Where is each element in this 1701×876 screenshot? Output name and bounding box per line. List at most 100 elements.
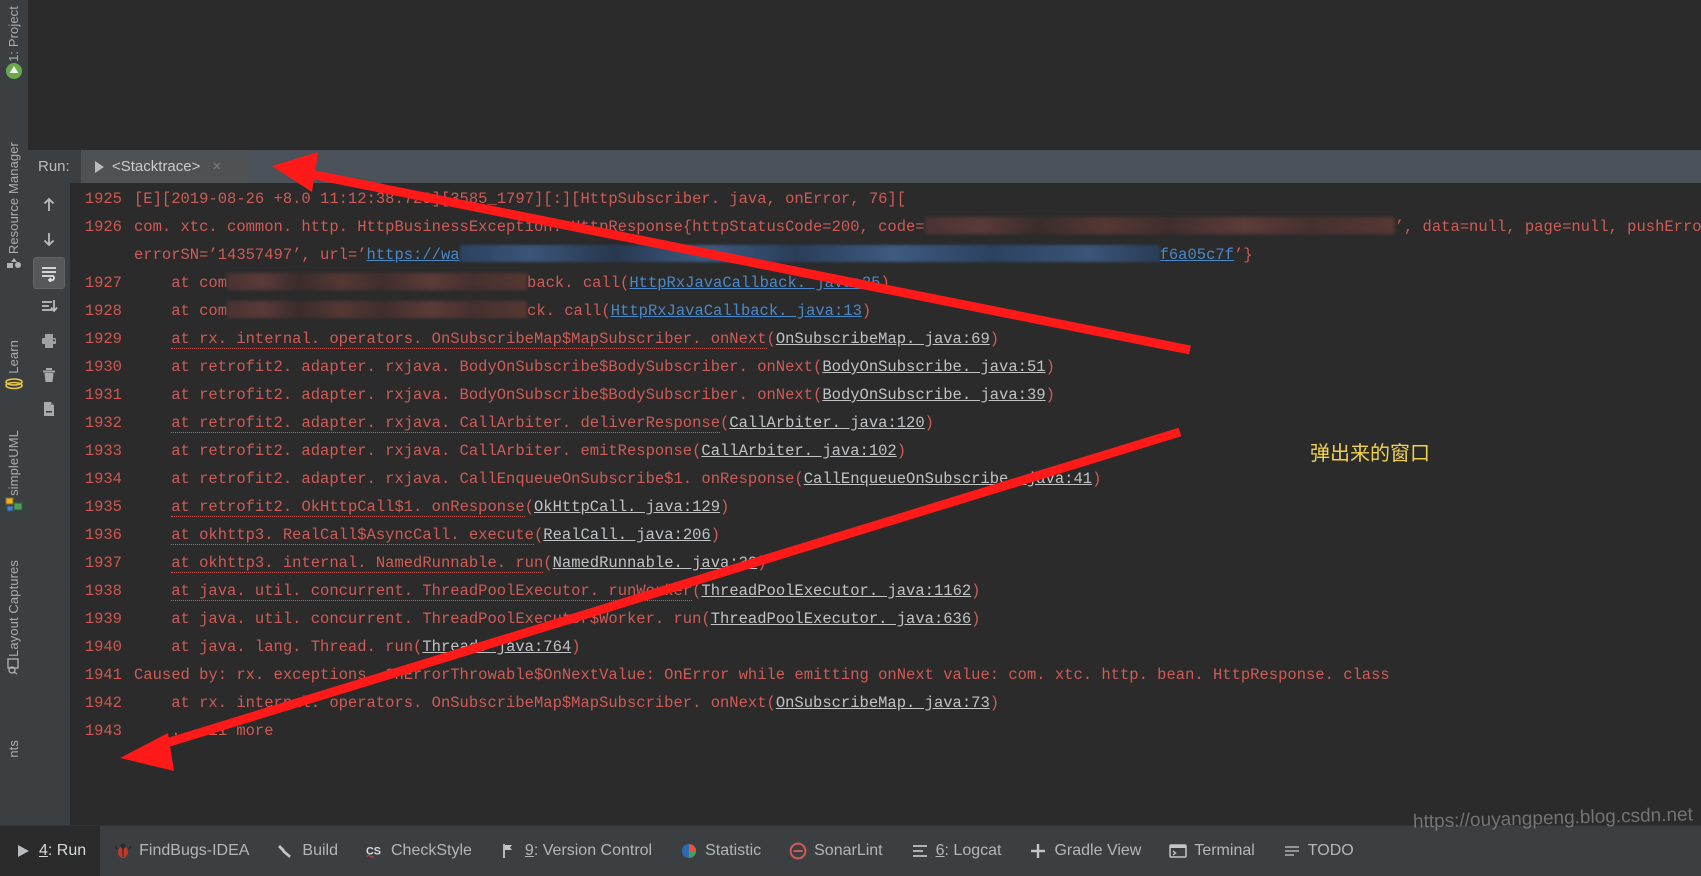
console-text: ) (989, 694, 1000, 712)
bottom-bar-item-build[interactable]: Build (263, 826, 352, 876)
console-link[interactable]: RealCall. java:206 (543, 526, 710, 544)
line-number: 1942 (84, 694, 122, 712)
simple-uml-icon (5, 496, 23, 514)
console-link[interactable]: BodyOnSubscribe. java:51 (822, 358, 1045, 376)
console-text: at com (134, 302, 228, 320)
sonarlint-icon (789, 842, 807, 860)
bottom-bar-item-todo[interactable]: TODO (1269, 826, 1368, 876)
console-link[interactable]: ThreadPoolExecutor. java:1162 (701, 582, 971, 600)
console-text: Caused by: rx. exceptions. OnErrorThrowa… (134, 666, 1390, 684)
console-link-hover[interactable]: at rx. internal. operators. OnSubscribeM… (171, 330, 767, 349)
console-line: 1935 at retrofit2. OkHttpCall$1. onRespo… (70, 493, 1701, 521)
line-number: 1929 (84, 330, 122, 348)
line-number: 1939 (84, 610, 122, 628)
print-icon[interactable] (33, 325, 65, 357)
sidebar-item-simpleuml-label: simpleUML (6, 430, 21, 496)
learn-icon (5, 374, 23, 392)
console-link[interactable]: OnSubscribeMap. java:69 (776, 330, 990, 348)
console-text: ) (1092, 470, 1102, 488)
gradle-view-icon (1029, 842, 1047, 860)
bottom-bar-item-sonarlint[interactable]: SonarLint (775, 826, 897, 876)
terminal-icon (1169, 842, 1188, 860)
down-arrow-icon[interactable] (33, 223, 65, 255)
sidebar-item-learn[interactable]: Learn (0, 340, 28, 396)
sidebar-item-project[interactable]: 1: Project (0, 6, 28, 84)
scroll-to-end-icon[interactable] (33, 291, 65, 323)
bottom-bar-item-9-version-control[interactable]: 9: Version Control (486, 826, 666, 876)
line-number: ···· (70, 241, 134, 269)
console-text: ’} (1233, 246, 1253, 264)
console-output[interactable]: 1925 [E][2019-08-26 +8.0 11:12:38.728][35… (70, 183, 1701, 826)
line-number: 1940 (84, 638, 122, 656)
bottom-bar-item-label: CheckStyle (391, 842, 472, 859)
line-number: 1931 (84, 386, 122, 404)
console-line: 1943 ... 11 more (70, 717, 1701, 745)
sidebar-item-resource-manager-label: Resource Manager (6, 142, 21, 255)
console-link[interactable]: HttpRxJavaCallback. java:13 (611, 302, 862, 320)
console-link[interactable]: https://wa (367, 246, 460, 264)
console-text: errorSN=’14357497’, url=’ (134, 246, 367, 264)
console-link[interactable]: f6a05c7f (1160, 246, 1234, 264)
console-link[interactable]: CallArbiter. java:102 (701, 442, 896, 460)
console-text: ) (971, 582, 981, 600)
close-icon[interactable]: × (212, 158, 221, 175)
run-tool-window-body: 1925 [E][2019-08-26 +8.0 11:12:38.728][35… (28, 183, 1701, 826)
console-line: 1936 at okhttp3. RealCall$AsyncCall. exe… (70, 521, 1701, 549)
findbugs-icon (114, 842, 132, 860)
console-link[interactable]: OkHttpCall. java:129 (534, 498, 720, 516)
run-header-filler (249, 150, 1701, 183)
console-link-hover[interactable]: at java. util. concurrent. ThreadPoolExe… (171, 582, 693, 601)
console-text: at com (134, 274, 228, 292)
console-line: 1932 at retrofit2. adapter. rxjava. Call… (70, 409, 1701, 437)
line-number: 1932 (84, 414, 122, 432)
bottom-bar-item-label: Terminal (1194, 842, 1255, 859)
bottom-bar-item-4-run[interactable]: 4: Run (0, 826, 101, 876)
console-link[interactable]: HttpRxJavaCallback. java:25 (629, 274, 880, 292)
console-text: ck. call( (527, 302, 611, 320)
console-text: back. call( (527, 274, 630, 292)
bottom-bar-item-6-logcat[interactable]: 6: Logcat (897, 826, 1016, 876)
console-link-hover[interactable]: at retrofit2. adapter. rxjava. CallArbit… (171, 414, 721, 433)
console-line: 1934 at retrofit2. adapter. rxjava. Call… (70, 465, 1701, 493)
logcat-icon (911, 842, 929, 860)
tab-stacktrace[interactable]: <Stacktrace> × (81, 150, 249, 183)
run-label: Run: (28, 150, 81, 183)
console-link-hover[interactable]: at okhttp3. RealCall$AsyncCall. execute (171, 526, 534, 545)
console-link[interactable]: Thread. java:764 (422, 638, 571, 656)
bottom-bar-item-checkstyle[interactable]: CS CheckStyle (352, 826, 486, 876)
sidebar-item-partial[interactable]: nts (0, 740, 28, 758)
sidebar-item-resource-manager[interactable]: Resource Manager (0, 142, 28, 276)
console-text: ) (571, 638, 581, 656)
soft-wrap-icon[interactable] (33, 257, 65, 289)
bottom-bar-item-findbugs-idea[interactable]: FindBugs-IDEA (100, 826, 263, 876)
bottom-tool-bar: 4: Run FindBugs-IDEA Build CS CheckStyle 9: V… (0, 825, 1701, 876)
line-number: 1941 (84, 666, 122, 684)
console-link[interactable]: NamedRunnable. java:32 (553, 554, 758, 572)
trash-icon[interactable] (33, 359, 65, 391)
console-line: 1929 at rx. internal. operators. OnSubsc… (70, 325, 1701, 353)
sidebar-item-simpleuml[interactable]: simpleUML (0, 430, 28, 518)
bottom-bar-item-label: Gradle View (1054, 842, 1142, 859)
console-text: ) (989, 330, 1000, 348)
line-number: 1928 (84, 302, 122, 320)
console-line: 1928 at com ck. call(HttpRxJavaCallback. … (70, 297, 1701, 325)
console-text: com. xtc. common. http. HttpBusinessExce… (134, 218, 925, 236)
console-link[interactable]: CallEnqueueOnSubscribe. java:41 (804, 470, 1092, 488)
editor-background (28, 0, 1701, 150)
console-text: ( (533, 526, 544, 544)
console-link[interactable]: ThreadPoolExecutor. java:636 (711, 610, 971, 628)
console-link-hover[interactable]: at retrofit2. OkHttpCall$1. onResponse (171, 498, 525, 517)
redacted-text (227, 273, 528, 290)
console-link[interactable]: BodyOnSubscribe. java:39 (822, 386, 1045, 404)
bottom-bar-item-statistic[interactable]: Statistic (666, 826, 775, 876)
file-icon[interactable] (33, 393, 65, 425)
console-line: 1927 at com back. call(HttpRxJavaCallback… (70, 269, 1701, 297)
console-link[interactable]: OnSubscribeMap. java:73 (776, 694, 990, 712)
up-arrow-icon[interactable] (33, 189, 65, 221)
console-text: ( (524, 498, 534, 516)
bottom-bar-item-gradle-view[interactable]: Gradle View (1015, 826, 1155, 876)
console-link-hover[interactable]: at okhttp3. internal. NamedRunnable. run (171, 554, 544, 573)
sidebar-item-layout-captures[interactable]: Layout Captures (0, 560, 28, 679)
console-link[interactable]: CallArbiter. java:120 (729, 414, 924, 432)
bottom-bar-item-terminal[interactable]: Terminal (1155, 826, 1268, 876)
